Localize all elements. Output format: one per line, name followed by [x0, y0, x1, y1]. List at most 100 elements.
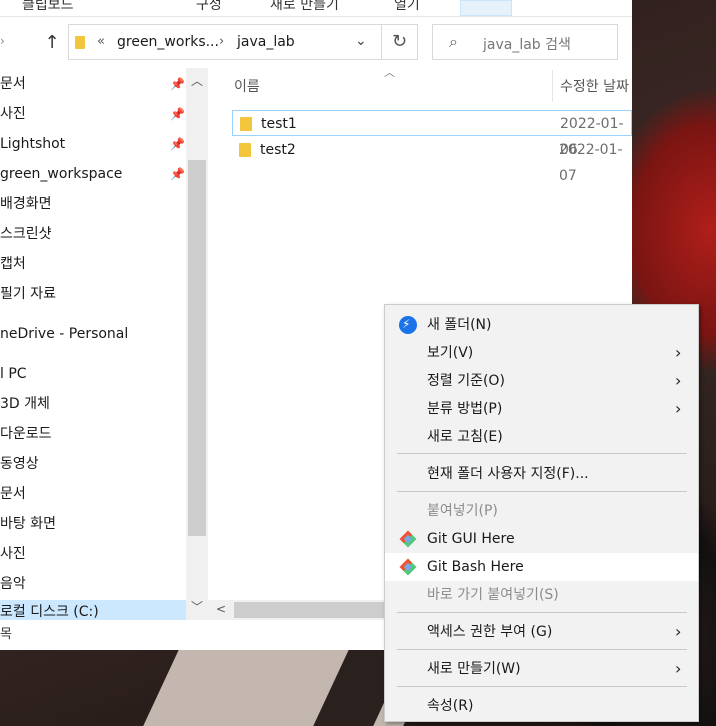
file-row[interactable]: test1 2022-01-06 [232, 110, 632, 158]
folder-icon [75, 36, 85, 49]
sidebar-item[interactable]: 스크린샷 [0, 222, 186, 246]
ribbon-tab-open[interactable]: 열기 [394, 0, 420, 14]
sidebar-item[interactable]: green_workspace 📌 [0, 162, 186, 186]
git-icon [399, 530, 417, 548]
context-menu-item-label: Git Bash Here [427, 559, 524, 575]
sidebar-item-label: 음악 [0, 576, 26, 592]
submenu-arrow-icon: › [675, 371, 682, 390]
chevron-down-icon[interactable]: ⌄ [355, 33, 367, 49]
sidebar-item[interactable]: l PC [0, 362, 186, 386]
submenu-arrow-icon: › [675, 343, 682, 362]
context-menu-item[interactable]: 정렬 기준(O) › [385, 367, 698, 395]
sort-ascending-icon: ︿ [384, 66, 395, 79]
scroll-down-icon[interactable]: ﹀ [191, 598, 203, 615]
search-placeholder: java_lab 검색 [483, 37, 571, 53]
up-button[interactable]: ↑ [40, 30, 64, 56]
context-menu-item[interactable]: 보기(V) › [385, 339, 698, 367]
sidebar-item[interactable]: 음악 [0, 572, 186, 596]
ribbon-tab-select[interactable] [460, 0, 512, 16]
sidebar-item[interactable]: neDrive - Personal [0, 322, 186, 346]
sidebar-item[interactable]: 바탕 화면 [0, 512, 186, 536]
breadcrumb-java-lab[interactable]: java_lab [237, 34, 295, 50]
column-divider[interactable] [552, 70, 553, 102]
navigation-pane: 로컬 디스크 (C:) 음악 사진 바탕 화면 문서 동영상 다운로드 3D 개체 l PC ne… [0, 68, 208, 624]
chevron-right-icon[interactable]: › [219, 34, 224, 49]
context-menu-item[interactable]: 액세스 권한 부여 (G) › [385, 618, 698, 646]
ribbon-tab-organize[interactable]: 구성 [196, 0, 222, 14]
sidebar-item-label: 필기 자료 [0, 286, 56, 302]
nav-scroll-thumb[interactable] [188, 160, 206, 536]
pin-icon[interactable]: 📌 [170, 162, 185, 186]
sidebar-item[interactable]: 사진 📌 [0, 102, 186, 126]
scroll-left-icon[interactable]: < [216, 602, 226, 616]
sidebar-item[interactable]: 다운로드 [0, 422, 186, 446]
sidebar-item-label: 문서 [0, 76, 26, 92]
context-menu-item[interactable]: Git GUI Here [385, 525, 698, 553]
sidebar-item-label: green_workspace [0, 166, 123, 182]
overflow-chevron-icon[interactable]: « [97, 34, 105, 49]
menu-separator [397, 612, 687, 613]
sidebar-item-label: l PC [0, 366, 27, 382]
submenu-arrow-icon: › [675, 622, 682, 641]
sidebar-item[interactable]: 배경화면 [0, 192, 186, 216]
context-menu-item-label: 새로 만들기(W) [427, 661, 521, 677]
sidebar-item[interactable]: 사진 [0, 542, 186, 566]
sidebar-item[interactable]: 필기 자료 [0, 282, 186, 306]
navigation-toolbar: › ↑ « green_works... › java_lab ⌄ ↻ ⌕ ja… [0, 22, 632, 64]
context-menu-item: 붙여넣기(P) [385, 497, 698, 525]
file-name: test1 [261, 116, 297, 132]
context-menu-item-label: 바로 가기 붙여넣기(S) [427, 587, 559, 603]
menu-separator [397, 453, 687, 454]
context-menu-item-label: 붙여넣기(P) [427, 503, 498, 519]
column-header-modified[interactable]: 수정한 날짜 [560, 76, 629, 96]
context-menu-item[interactable]: 새 폴더(N) [385, 310, 698, 339]
column-header-name[interactable]: 이름 [234, 76, 260, 96]
sidebar-item-label: 스크린샷 [0, 226, 52, 242]
sidebar-item[interactable]: 동영상 [0, 452, 186, 476]
address-bar[interactable]: « green_works... › java_lab ⌄ [68, 24, 382, 60]
menu-separator [397, 491, 687, 492]
sidebar-item-label: 3D 개체 [0, 396, 50, 412]
context-menu-item-label: 분류 방법(P) [427, 401, 503, 417]
sidebar-item-label: 문서 [0, 486, 26, 502]
ribbon-tab-new[interactable]: 새로 만들기 [270, 0, 339, 14]
sidebar-item-label: neDrive - Personal [0, 326, 129, 342]
context-menu-item: 바로 가기 붙여넣기(S) [385, 581, 698, 609]
sidebar-item[interactable]: 문서 [0, 482, 186, 506]
scroll-up-icon[interactable]: ︿ [191, 72, 203, 89]
refresh-button[interactable]: ↻ [382, 24, 418, 60]
ribbon-tab-clipboard[interactable]: 클립보드 [22, 0, 74, 14]
sidebar-item[interactable]: Lightshot 📌 [0, 132, 186, 156]
context-menu-item[interactable]: 속성(R) [385, 692, 698, 720]
sidebar-item[interactable]: 캡처 [0, 252, 186, 276]
sidebar-item-label: Lightshot [0, 136, 66, 152]
context-menu-item-label: Git GUI Here [427, 531, 515, 547]
menu-separator [397, 686, 687, 687]
sidebar-item-label: 로컬 디스크 (C:) [0, 604, 99, 620]
new-folder-icon [399, 310, 417, 338]
search-box[interactable]: ⌕ java_lab 검색 [432, 24, 618, 60]
context-menu: 새 폴더(N) 보기(V) › 정렬 기준(O) › 분류 방법(P) › 새로 고침(E) 현… [384, 304, 699, 722]
sidebar-item-label: 사진 [0, 106, 26, 122]
context-menu-item-label: 액세스 권한 부여 (G) [427, 624, 553, 640]
context-menu-item[interactable]: 현재 폴더 사용자 지정(F)... [385, 460, 698, 488]
sidebar-item[interactable]: 문서 📌 [0, 72, 186, 96]
context-menu-item[interactable]: 새로 고침(E) [385, 423, 698, 451]
nav-scrollbar[interactable]: ︿ ﹀ [186, 68, 208, 620]
context-menu-item[interactable]: 분류 방법(P) › [385, 395, 698, 423]
pin-icon[interactable]: 📌 [170, 102, 185, 126]
search-icon: ⌕ [449, 32, 458, 51]
file-row[interactable]: test2 2022-01-07 [232, 137, 632, 184]
status-text: 목 [0, 627, 12, 642]
forward-button[interactable]: › [0, 34, 12, 52]
context-menu-item[interactable]: 새로 만들기(W) › [385, 655, 698, 683]
pin-icon[interactable]: 📌 [170, 72, 185, 96]
sidebar-item[interactable]: 3D 개체 [0, 392, 186, 416]
submenu-arrow-icon: › [675, 659, 682, 678]
menu-separator [397, 649, 687, 650]
ribbon-tabs: 클립보드 구성 새로 만들기 열기 [0, 0, 632, 17]
submenu-arrow-icon: › [675, 399, 682, 418]
context-menu-item[interactable]: Git Bash Here [385, 553, 698, 581]
pin-icon[interactable]: 📌 [170, 132, 185, 156]
breadcrumb-green-workspace[interactable]: green_works... [117, 34, 219, 50]
